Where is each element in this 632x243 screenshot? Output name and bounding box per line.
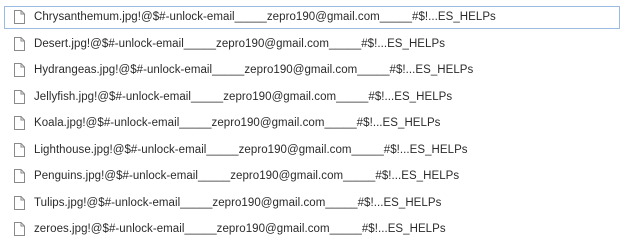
file-name: Desert.jpg!@$#-unlock-email_____zepro190… [34, 37, 445, 50]
file-list: Chrysanthemum.jpg!@$#-unlock-email_____z… [0, 0, 632, 243]
file-name: zeroes.jpg!@$#-unlock-email_____zepro190… [34, 223, 446, 236]
document-icon [14, 195, 25, 210]
file-name: Jellyfish.jpg!@$#-unlock-email_____zepro… [34, 90, 453, 103]
file-name: Lighthouse.jpg!@$#-unlock-email_____zepr… [34, 143, 468, 156]
file-row-tulips[interactable]: Tulips.jpg!@$#-unlock-email_____zepro190… [0, 190, 632, 217]
document-icon [14, 89, 25, 104]
file-row-hydrangeas[interactable]: Hydrangeas.jpg!@$#-unlock-email_____zepr… [0, 57, 632, 84]
document-icon [14, 116, 25, 131]
file-row-lighthouse[interactable]: Lighthouse.jpg!@$#-unlock-email_____zepr… [0, 137, 632, 164]
document-icon [14, 222, 25, 237]
file-name: Hydrangeas.jpg!@$#-unlock-email_____zepr… [34, 64, 474, 77]
document-icon [14, 169, 25, 184]
file-row-desert[interactable]: Desert.jpg!@$#-unlock-email_____zepro190… [0, 31, 632, 58]
document-icon [14, 142, 25, 157]
file-row-koala[interactable]: Koala.jpg!@$#-unlock-email_____zepro190@… [0, 110, 632, 137]
file-row-chrysanthemum[interactable]: Chrysanthemum.jpg!@$#-unlock-email_____z… [2, 4, 622, 31]
file-row-penguins[interactable]: Penguins.jpg!@$#-unlock-email_____zepro1… [0, 163, 632, 190]
document-icon [14, 10, 25, 25]
file-name: Tulips.jpg!@$#-unlock-email_____zepro190… [34, 196, 442, 209]
document-icon [14, 63, 25, 78]
file-name: Penguins.jpg!@$#-unlock-email_____zepro1… [34, 170, 460, 183]
file-name: Chrysanthemum.jpg!@$#-unlock-email_____z… [34, 11, 496, 24]
document-icon [14, 36, 25, 51]
file-row-zeroes[interactable]: zeroes.jpg!@$#-unlock-email_____zepro190… [0, 216, 632, 243]
file-row-jellyfish[interactable]: Jellyfish.jpg!@$#-unlock-email_____zepro… [0, 84, 632, 111]
file-name: Koala.jpg!@$#-unlock-email_____zepro190@… [34, 117, 441, 130]
